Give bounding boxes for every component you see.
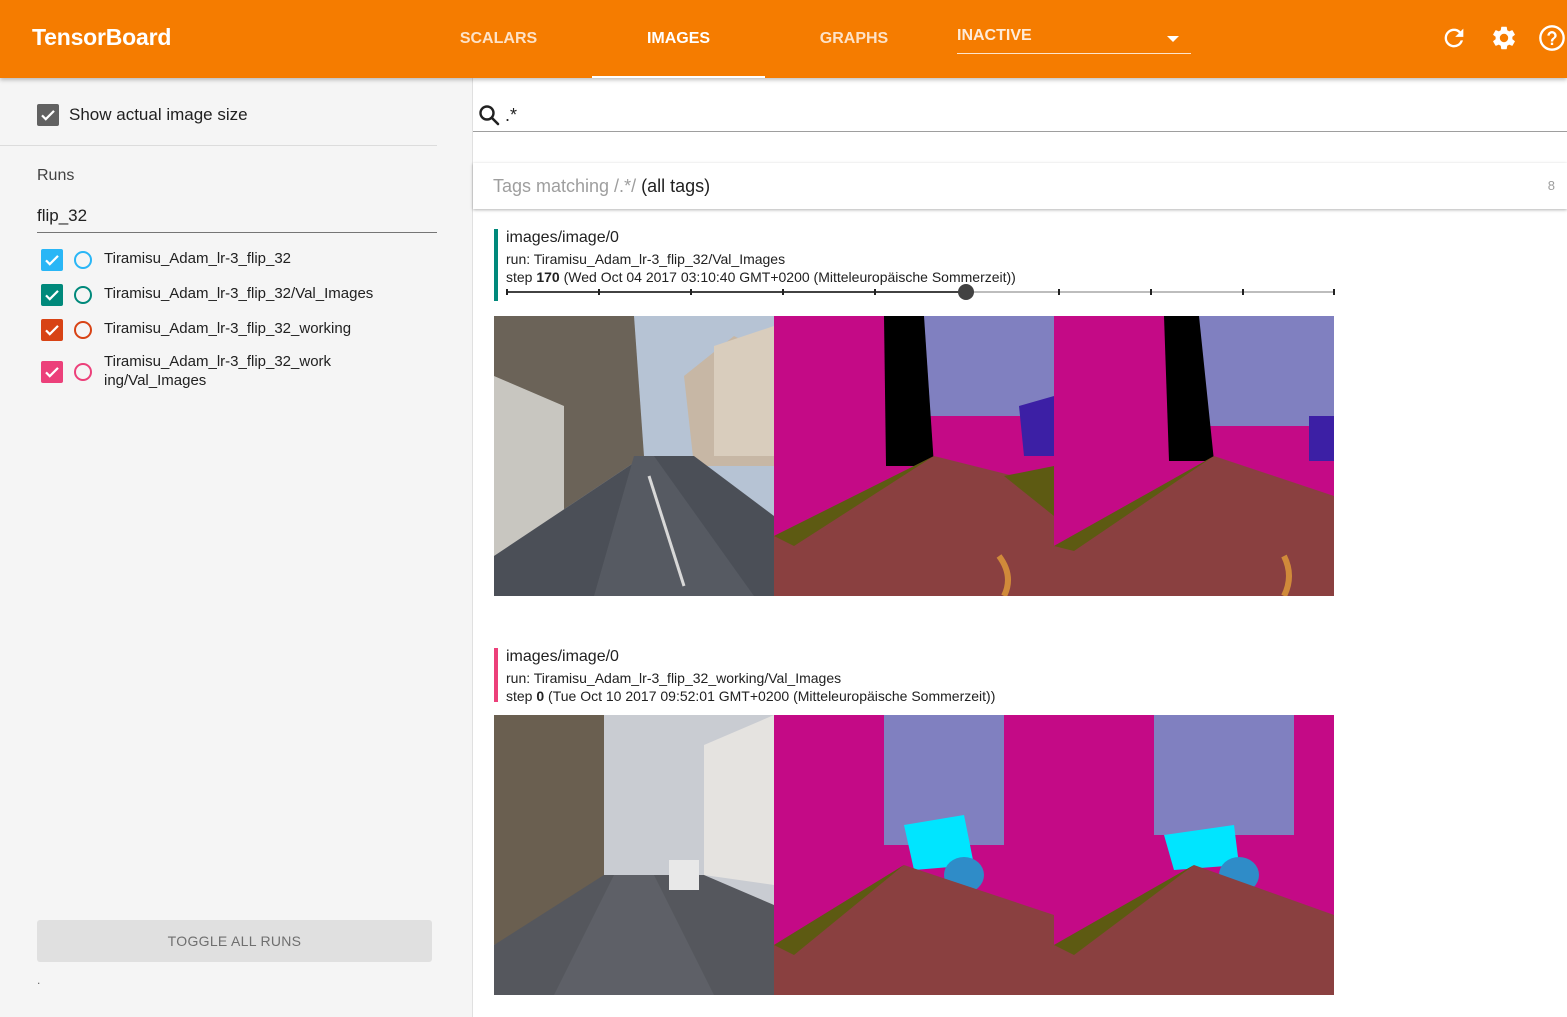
tab-scalars[interactable]: SCALARS — [445, 0, 552, 78]
tags-matching-header[interactable]: Tags matching /.*/ (all tags) 8 — [473, 163, 1567, 209]
checkmark-icon — [45, 325, 59, 336]
tag-filter-search[interactable]: .* — [473, 99, 1567, 132]
help-icon[interactable] — [1538, 24, 1566, 52]
step-value: 0 — [536, 688, 545, 704]
sidebar: Show actual image size Runs flip_32 Tira… — [0, 78, 473, 1017]
image-strip — [494, 715, 1334, 995]
brand-title: TensorBoard — [32, 24, 172, 50]
inactive-dropdown-label: INACTIVE — [957, 27, 1032, 44]
checkmark-icon — [45, 367, 59, 378]
image-run-name: run: Tiramisu_Adam_lr-3_flip_32_working/… — [506, 670, 842, 686]
footer-text: . — [37, 973, 41, 987]
step-slider[interactable] — [506, 284, 1335, 300]
slider-tick — [1242, 289, 1244, 295]
run-label: Tiramisu_Adam_lr-3_flip_32 — [104, 250, 292, 267]
run-label: Tiramisu_Adam_lr-3_flip_32_working/Val_I… — [104, 353, 332, 389]
tab-graphs[interactable]: GRAPHS — [805, 0, 903, 78]
run-label: Tiramisu_Adam_lr-3_flip_32/Val_Images — [104, 285, 374, 302]
toggle-all-runs-button[interactable]: TOGGLE ALL RUNS — [37, 920, 432, 962]
settings-icon[interactable] — [1490, 24, 1518, 52]
image-step-info: step 170 (Wed Oct 04 2017 03:10:40 GMT+0… — [506, 269, 1016, 285]
runs-filter-input[interactable]: flip_32 — [37, 206, 437, 233]
segmentation-image — [494, 316, 1334, 596]
refresh-icon[interactable] — [1440, 24, 1468, 52]
slider-tick — [1333, 289, 1335, 295]
image-strip — [494, 316, 1334, 596]
slider-tick — [874, 289, 876, 295]
slider-thumb[interactable] — [958, 284, 974, 300]
tags-count: 8 — [1547, 178, 1555, 193]
slider-fill — [506, 291, 966, 293]
step-time: (Tue Oct 10 2017 09:52:01 GMT+0200 (Mitt… — [548, 688, 996, 704]
search-input[interactable]: .* — [505, 105, 517, 126]
step-prefix: step — [506, 269, 533, 285]
image-card: images/image/0 run: Tiramisu_Adam_lr-3_f… — [494, 229, 1354, 301]
checkmark-icon — [41, 110, 55, 121]
show-actual-size-checkbox[interactable] — [37, 104, 59, 126]
tags-matching-suffix: (all tags) — [641, 176, 711, 196]
run-color-bar — [494, 648, 498, 702]
run-color-indicator[interactable] — [74, 363, 92, 381]
run-color-indicator[interactable] — [74, 251, 92, 269]
segmentation-image — [494, 715, 1334, 995]
active-tab-indicator — [592, 76, 765, 78]
show-actual-size-label: Show actual image size — [69, 105, 248, 124]
tab-scalars-label: SCALARS — [459, 30, 538, 47]
slider-tick — [598, 289, 600, 295]
checkmark-icon — [45, 255, 59, 266]
tab-graphs-label: GRAPHS — [819, 30, 889, 47]
top-app-bar: TensorBoard SCALARS IMAGES GRAPHS INACTI… — [0, 0, 1567, 78]
run-checkbox[interactable] — [41, 284, 63, 306]
inactive-dashboards-dropdown[interactable]: INACTIVE — [957, 27, 1191, 54]
tags-matching-prefix: Tags matching /.*/ — [493, 176, 637, 196]
search-icon — [479, 105, 500, 126]
slider-tick — [1058, 289, 1060, 295]
run-checkbox[interactable] — [41, 319, 63, 341]
checkmark-icon — [45, 290, 59, 301]
slider-tick — [782, 289, 784, 295]
run-checkbox[interactable] — [41, 361, 63, 383]
image-run-name: run: Tiramisu_Adam_lr-3_flip_32/Val_Imag… — [506, 251, 786, 267]
tags-matching-text: Tags matching /.*/ (all tags) — [493, 176, 710, 197]
image-step-info: step 0 (Tue Oct 10 2017 09:52:01 GMT+020… — [506, 688, 995, 704]
tab-images[interactable]: IMAGES — [592, 0, 765, 78]
run-color-indicator[interactable] — [74, 286, 92, 304]
runs-title: Runs — [37, 167, 75, 184]
slider-tick — [506, 289, 508, 295]
sidebar-divider — [0, 145, 437, 146]
run-color-bar — [494, 229, 498, 301]
run-label: Tiramisu_Adam_lr-3_flip_32_working — [104, 320, 352, 337]
slider-tick — [1150, 289, 1152, 295]
step-prefix: step — [506, 688, 533, 704]
run-color-indicator[interactable] — [74, 321, 92, 339]
chevron-down-icon — [1167, 36, 1179, 42]
step-time: (Wed Oct 04 2017 03:10:40 GMT+0200 (Mitt… — [563, 269, 1016, 285]
image-tag-name: images/image/0 — [506, 229, 619, 246]
run-checkbox[interactable] — [41, 249, 63, 271]
slider-tick — [690, 289, 692, 295]
image-tag-name: images/image/0 — [506, 648, 619, 665]
tab-images-label: IMAGES — [646, 30, 711, 47]
step-value: 170 — [536, 269, 560, 285]
image-card: images/image/0 run: Tiramisu_Adam_lr-3_f… — [494, 648, 1354, 704]
